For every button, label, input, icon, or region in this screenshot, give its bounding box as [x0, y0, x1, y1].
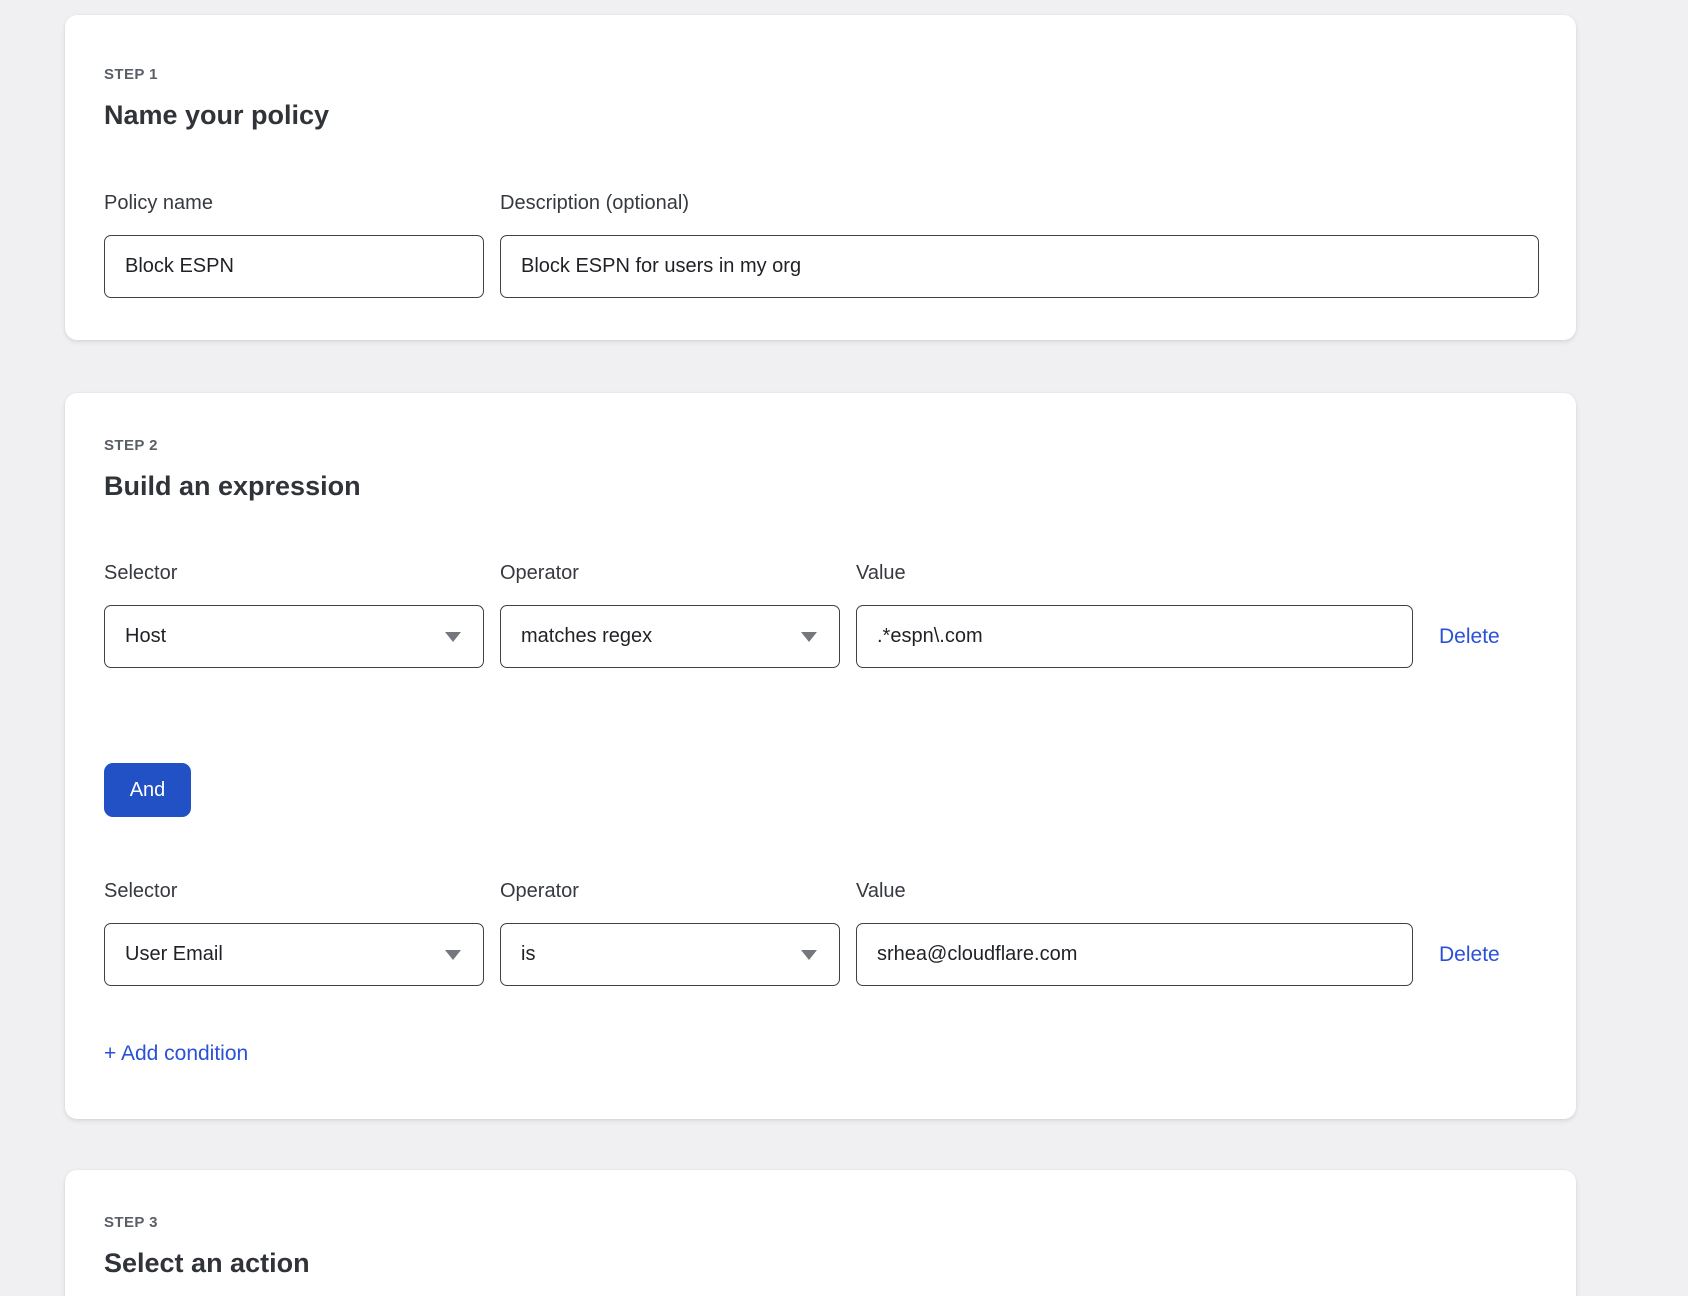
condition-value-input[interactable] — [856, 605, 1413, 668]
step-2-label: STEP 2 — [104, 437, 1539, 454]
selector-selected-value: User Email — [125, 943, 223, 966]
selector-column-label: Selector — [104, 880, 484, 902]
name-policy-fields: Policy name Description (optional) — [104, 192, 1539, 298]
description-label: Description (optional) — [500, 192, 1539, 214]
operator-column-label: Operator — [500, 562, 840, 584]
policy-name-input[interactable] — [104, 235, 484, 298]
policy-builder-page: STEP 1 Name your policy Policy name Desc… — [0, 15, 1688, 1296]
description-input[interactable] — [500, 235, 1539, 298]
selector-column-label: Selector — [104, 562, 484, 584]
delete-condition-button[interactable]: Delete — [1439, 625, 1500, 648]
operator-selected-value: matches regex — [521, 625, 652, 648]
policy-name-label: Policy name — [104, 192, 484, 214]
add-condition-link[interactable]: + Add condition — [104, 1043, 248, 1065]
delete-condition-button[interactable]: Delete — [1439, 943, 1500, 966]
condition-value-input[interactable] — [856, 923, 1413, 986]
operator-dropdown[interactable]: is — [500, 923, 840, 986]
operator-selected-value: is — [521, 943, 535, 966]
value-column-label: Value — [856, 880, 1413, 902]
step-3-title: Select an action — [104, 1248, 1539, 1279]
step-2-title: Build an expression — [104, 471, 1539, 502]
step-1-title: Name your policy — [104, 100, 1539, 131]
operator-dropdown[interactable]: matches regex — [500, 605, 840, 668]
and-operator-button[interactable]: And — [104, 763, 191, 817]
selector-dropdown[interactable]: Host — [104, 605, 484, 668]
step-3-card: STEP 3 Select an action — [65, 1170, 1576, 1296]
selector-selected-value: Host — [125, 625, 166, 648]
step-2-card: STEP 2 Build an expression Selector Oper… — [65, 393, 1576, 1119]
operator-column-label: Operator — [500, 880, 840, 902]
condition-row: Selector Operator Value Host matches reg… — [104, 562, 1539, 668]
value-column-label: Value — [856, 562, 1413, 584]
chevron-down-icon — [801, 632, 817, 642]
step-3-label: STEP 3 — [104, 1214, 1539, 1231]
chevron-down-icon — [445, 632, 461, 642]
chevron-down-icon — [445, 950, 461, 960]
step-1-card: STEP 1 Name your policy Policy name Desc… — [65, 15, 1576, 340]
selector-dropdown[interactable]: User Email — [104, 923, 484, 986]
chevron-down-icon — [801, 950, 817, 960]
condition-row: Selector Operator Value User Email is De… — [104, 880, 1539, 986]
step-1-label: STEP 1 — [104, 66, 1539, 83]
